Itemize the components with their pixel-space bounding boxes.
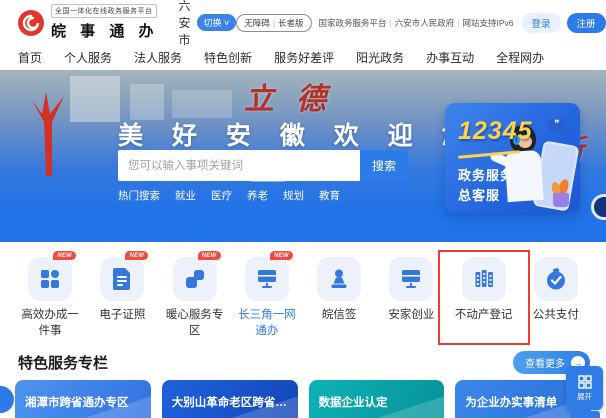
new-badge: NEW [198, 251, 221, 260]
elder-mode-link[interactable]: 长者版 [278, 18, 304, 28]
hotline-label-2: 总客服 [458, 185, 500, 204]
hot-search-row: 热门搜索 就业 医疗 养老 规划 教育 [118, 188, 340, 203]
hot-search-label: 热门搜索 [118, 188, 160, 203]
red-statue [28, 84, 68, 176]
hot-term-medical[interactable]: 医疗 [211, 188, 232, 203]
city-gov-link[interactable]: 六安市人民政府 [395, 18, 455, 28]
nav-featured-innovation[interactable]: 特色创新 [204, 49, 252, 66]
monitor-icon [255, 267, 279, 291]
site-title: 皖 事 通 办 [51, 20, 159, 41]
accessibility-link[interactable]: 无障碍 [244, 18, 270, 28]
card-dabieshan-cross-province[interactable]: 大别山革命老区跨省通... 着力解决大别山革命老区异地办 [162, 380, 298, 418]
document-icon [111, 267, 133, 291]
page: 全国一体化在线政务服务平台 皖 事 通 办 六安市 切换 ˅ 无障碍|长者版 国… [0, 0, 606, 418]
stamp-icon [327, 267, 351, 291]
city-switch-button[interactable]: 切换 ˅ [197, 14, 237, 31]
login-button[interactable]: 登录 [522, 13, 561, 33]
nav-personal-services[interactable]: 个人服务 [64, 49, 112, 66]
quick-services-row: NEW 高效办成一件事 NEW 电子证照 NEW [0, 242, 606, 339]
hot-term-education[interactable]: 教育 [319, 188, 340, 203]
skyline-building [130, 84, 164, 120]
quick-item-label: 公共支付 [524, 308, 588, 324]
search-button[interactable]: 搜索 [360, 150, 408, 181]
hero-banner: 立德 新 美 好 安 徽 欢 迎 您 搜索 热门搜索 就业 医疗 养老 规划 教… [0, 70, 606, 242]
monitor-icon [399, 267, 423, 291]
quick-item-efficient-one-thing[interactable]: NEW 高效办成一件事 [14, 257, 86, 339]
featured-cards-row: 湘潭市跨省通办专区 湘潭市“跨省通办”服务专区 现 大别山革命老区跨省通... … [0, 380, 606, 418]
ipv6-link[interactable]: 网站支持IPv6 [463, 18, 514, 28]
nav-corporate-services[interactable]: 法人服务 [134, 49, 182, 66]
nav-service-rating[interactable]: 服务好差评 [274, 49, 334, 66]
card-title: 大别山革命老区跨省通... [172, 394, 288, 410]
search-input[interactable] [118, 150, 360, 181]
speech-bubble-icon: ❞ [548, 119, 566, 132]
quick-item-yangtze-delta[interactable]: NEW 长三角一网通办 [231, 257, 303, 339]
header: 全国一体化在线政务服务平台 皖 事 通 办 六安市 切换 ˅ 无障碍|长者版 国… [0, 0, 606, 45]
new-badge: NEW [125, 251, 148, 260]
featured-section-header: 特色服务专栏 查看更多 → [0, 339, 606, 380]
site-logo-icon [18, 10, 44, 36]
card-title: 数据企业认定 [319, 394, 435, 410]
card-data-enterprise[interactable]: 数据企业认定 数据企业认定 [309, 380, 445, 418]
quick-item-warm-service-zone[interactable]: NEW 暖心服务专区 [159, 257, 231, 339]
quick-item-label: 长三角一网通办 [235, 308, 299, 339]
featured-section-title: 特色服务专栏 [18, 352, 108, 373]
quick-item-settle-startup[interactable]: 安家创业 [375, 257, 447, 339]
main-nav: 首页 个人服务 法人服务 特色创新 服务好差评 阳光政务 办事互动 全程网办 [0, 45, 606, 70]
quick-item-label: 暖心服务专区 [163, 308, 227, 339]
nav-full-online[interactable]: 全程网办 [496, 49, 544, 66]
hot-term-planning[interactable]: 规划 [283, 188, 304, 203]
nav-interaction[interactable]: 办事互动 [426, 49, 474, 66]
hotline-label-1: 政务服务 [458, 165, 514, 184]
quick-item-label: 电子证照 [90, 308, 154, 324]
expand-widget-label: 展开 [577, 391, 592, 402]
header-links: 国家政务服务平台|六安市人民政府|网站支持IPv6 [319, 17, 514, 29]
quick-item-public-payment[interactable]: 公共支付 [520, 257, 592, 339]
skyline-building [172, 90, 232, 118]
hotline-number: 12345 [458, 117, 533, 146]
accessibility-pill[interactable]: 无障碍|长者版 [236, 14, 311, 32]
quick-item-wan-esign[interactable]: 皖信签 [303, 257, 375, 339]
nav-open-government[interactable]: 阳光政务 [356, 49, 404, 66]
quick-item-label: 安家创业 [379, 308, 443, 324]
card-title: 为企业办实事清单 [465, 394, 581, 410]
quick-item-e-license[interactable]: NEW 电子证照 [86, 257, 158, 339]
hotline-12345-card[interactable]: ❞ 12345 政务服务 总客服 [445, 103, 580, 213]
blocks-icon [183, 267, 207, 291]
search-bar: 搜索 [118, 150, 408, 181]
calligraphy-text: 立德 [244, 74, 348, 118]
city-label: 六安市 [179, 0, 191, 48]
quick-item-real-estate-registration[interactable]: 不动产登记 [448, 257, 520, 339]
new-badge: NEW [53, 251, 76, 260]
floating-widget-partial[interactable] [570, 411, 600, 418]
platform-tagline: 全国一体化在线政务服务平台 [51, 4, 157, 18]
logo-text: 全国一体化在线政务服务平台 皖 事 通 办 [51, 4, 159, 41]
new-badge: NEW [270, 251, 293, 260]
expand-widget-button[interactable]: 展开 [566, 366, 603, 410]
side-floating-icon[interactable] [591, 194, 606, 220]
register-button[interactable]: 注册 [567, 13, 606, 33]
quick-item-label: 皖信签 [307, 308, 371, 324]
grid-icon [38, 267, 62, 291]
quick-item-label: 高效办成一件事 [18, 308, 82, 339]
hot-term-eldercare[interactable]: 养老 [247, 188, 268, 203]
banner-headline: 美 好 安 徽 欢 迎 您 [118, 116, 478, 152]
skyline-building [70, 76, 120, 122]
nav-home[interactable]: 首页 [18, 49, 42, 66]
buildings-icon [472, 267, 496, 291]
pay-clock-icon [544, 267, 568, 291]
card-title: 湘潭市跨省通办专区 [25, 394, 141, 410]
grid-expand-icon [578, 375, 592, 389]
quick-item-label: 不动产登记 [452, 308, 516, 324]
card-xiangtan-cross-province[interactable]: 湘潭市跨省通办专区 湘潭市“跨省通办”服务专区 现 [15, 380, 151, 418]
plant-pot [553, 193, 569, 207]
hot-term-employment[interactable]: 就业 [175, 188, 196, 203]
national-platform-link[interactable]: 国家政务服务平台 [319, 18, 387, 28]
